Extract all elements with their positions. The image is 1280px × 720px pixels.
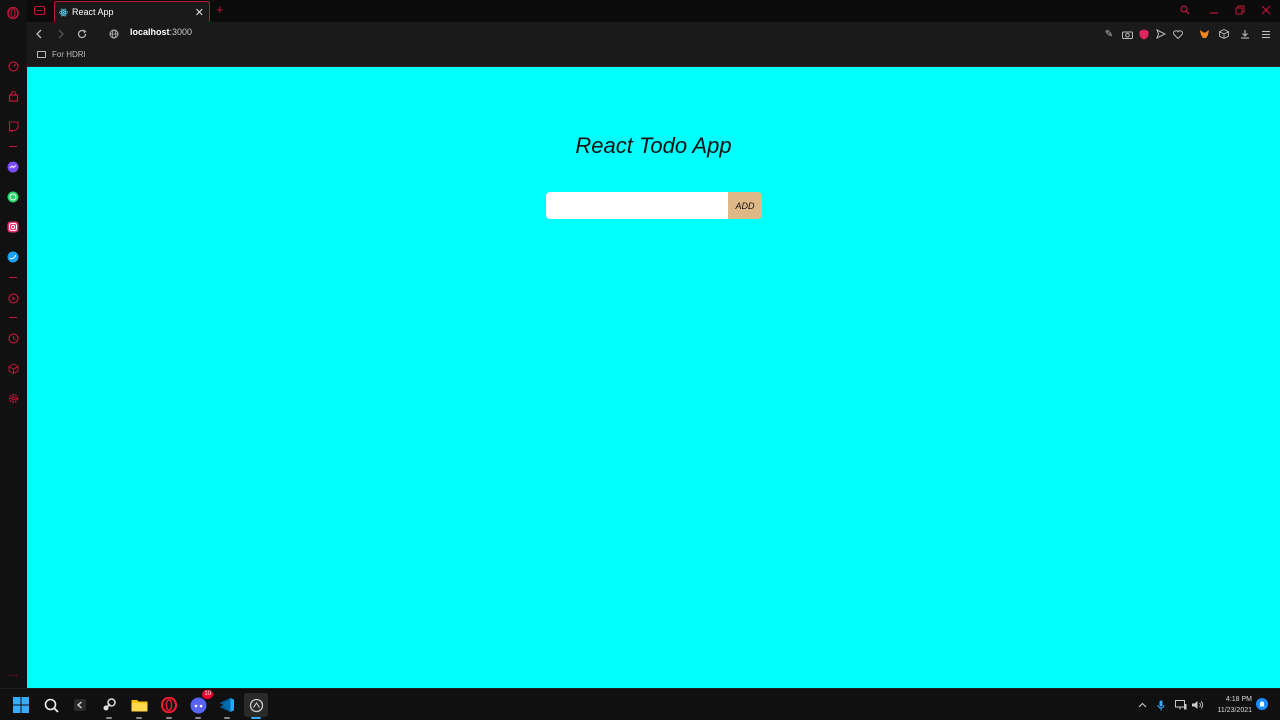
bookmark-folder-for-hdri[interactable]: For HDRI xyxy=(37,50,86,59)
add-todo-button[interactable]: ADD xyxy=(728,192,762,219)
opera-browser-icon[interactable] xyxy=(157,693,181,719)
download-icon[interactable] xyxy=(1238,27,1252,41)
messenger-icon[interactable] xyxy=(6,160,20,174)
volume-icon[interactable] xyxy=(1190,698,1204,712)
notification-badge: 10 xyxy=(202,690,213,699)
twitch-icon[interactable] xyxy=(6,119,20,133)
speed-dial-icon[interactable] xyxy=(6,59,20,73)
metamask-fox-icon[interactable] xyxy=(1197,27,1211,41)
reload-icon[interactable] xyxy=(74,26,90,42)
send-flow-icon[interactable] xyxy=(1154,27,1168,41)
tab-menu-icon[interactable] xyxy=(27,0,51,20)
edit-page-icon[interactable]: ✎ xyxy=(1102,27,1116,41)
bookmarks-bar: For HDRI xyxy=(27,46,1280,67)
clock-time: 4:18 PM xyxy=(1225,696,1252,703)
react-favicon-icon xyxy=(59,8,68,16)
url-port: :3000 xyxy=(169,27,193,37)
bookmark-label: For HDRI xyxy=(52,50,86,59)
running-indicator xyxy=(166,717,172,719)
close-tab-icon[interactable]: ✕ xyxy=(195,6,204,19)
active-app-icon[interactable] xyxy=(244,693,268,719)
vscode-icon[interactable] xyxy=(215,693,239,719)
sidebar-divider xyxy=(9,277,17,278)
extensions-cube-icon[interactable] xyxy=(6,361,20,375)
history-icon[interactable] xyxy=(6,331,20,345)
sidebar-divider xyxy=(9,146,17,147)
microphone-icon[interactable] xyxy=(1154,698,1168,712)
sidebar-divider xyxy=(9,317,17,318)
dev-tool-app-icon[interactable] xyxy=(68,693,92,717)
snapshot-camera-icon[interactable] xyxy=(1120,27,1134,41)
taskbar: 10 4:18 PM 11/23/2021 xyxy=(0,688,1280,720)
site-info-globe-icon[interactable] xyxy=(106,26,122,42)
back-icon[interactable] xyxy=(31,26,47,42)
more-options-icon[interactable]: ··· xyxy=(6,668,20,682)
todo-form: ADD xyxy=(546,192,762,219)
restore-window-icon[interactable] xyxy=(1227,0,1253,20)
search-tabs-icon[interactable] xyxy=(1172,0,1198,20)
running-indicator xyxy=(195,717,201,719)
notification-center-icon[interactable] xyxy=(1256,698,1268,710)
file-explorer-icon[interactable] xyxy=(127,693,151,719)
search-icon[interactable] xyxy=(39,693,63,717)
steam-icon[interactable] xyxy=(97,693,121,719)
favorite-heart-icon[interactable] xyxy=(1171,27,1185,41)
address-bar: localhost:3000 ✎ xyxy=(27,22,1280,46)
whatsapp-icon[interactable] xyxy=(6,190,20,204)
active-indicator xyxy=(251,717,261,719)
close-window-icon[interactable] xyxy=(1253,0,1279,20)
page-viewport: React Todo App ADD xyxy=(27,67,1280,688)
settings-gear-icon[interactable] xyxy=(6,391,20,405)
folder-icon xyxy=(37,51,46,58)
todo-input[interactable] xyxy=(546,192,728,219)
extensions-cube-icon[interactable] xyxy=(1217,27,1231,41)
instagram-icon[interactable] xyxy=(6,220,20,234)
new-tab-icon[interactable]: + xyxy=(216,2,224,17)
network-icon[interactable] xyxy=(1174,698,1188,712)
adblocker-shield-icon[interactable] xyxy=(1137,27,1151,41)
app-title: React Todo App xyxy=(575,133,732,158)
start-windows-icon[interactable] xyxy=(9,693,33,717)
shopping-bag-icon[interactable] xyxy=(6,89,20,103)
running-indicator xyxy=(224,717,230,719)
easy-setup-menu-icon[interactable] xyxy=(1259,27,1273,41)
clock-date: 11/23/2021 xyxy=(1217,707,1252,714)
tray-overflow-chevron-up-icon[interactable] xyxy=(1135,698,1149,712)
player-icon[interactable] xyxy=(6,291,20,305)
system-clock[interactable]: 4:18 PM 11/23/2021 xyxy=(1206,694,1252,716)
url-field[interactable]: localhost:3000 xyxy=(130,27,192,37)
running-indicator xyxy=(136,717,142,719)
discord-icon[interactable]: 10 xyxy=(186,690,213,719)
tab-react-app[interactable]: React App ✕ xyxy=(54,1,210,22)
forward-icon[interactable] xyxy=(53,26,69,42)
tab-strip: React App ✕ + xyxy=(27,0,1280,22)
url-host: localhost xyxy=(130,27,170,37)
browser-sidebar: ··· xyxy=(0,0,27,688)
twitter-icon[interactable] xyxy=(6,250,20,264)
minimize-window-icon[interactable] xyxy=(1201,0,1227,20)
opera-logo-icon[interactable] xyxy=(6,6,20,20)
running-indicator xyxy=(106,717,112,719)
tab-title: React App xyxy=(72,7,114,17)
